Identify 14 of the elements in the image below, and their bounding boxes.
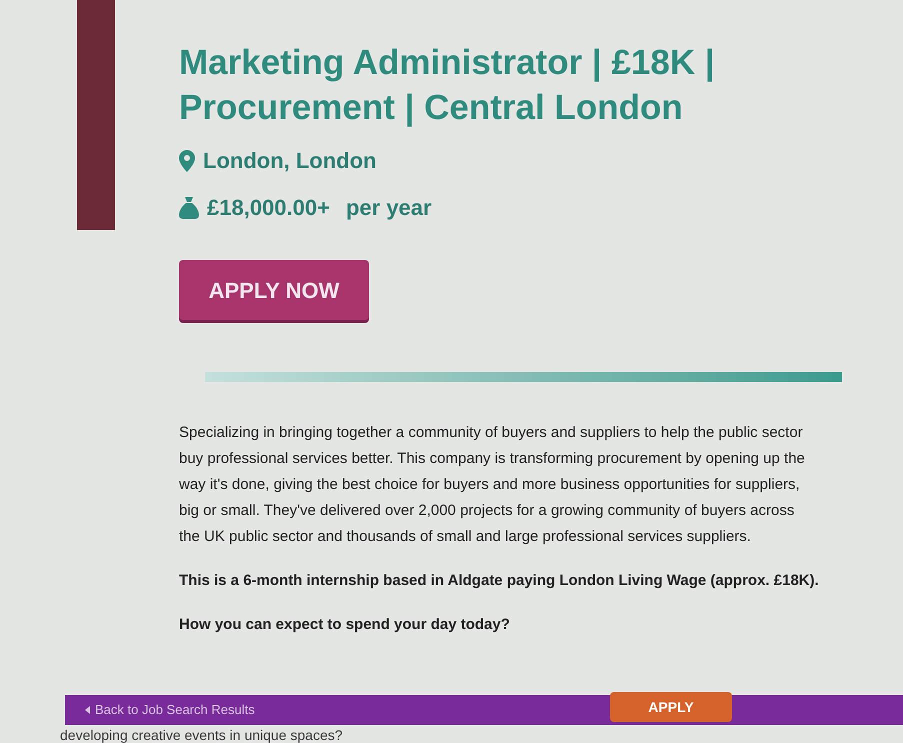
salary-period: per year: [346, 194, 432, 222]
job-title: Marketing Administrator | £18K | Procurement | Central London: [179, 42, 716, 129]
body-text: developing creative events in unique spaces?: [60, 727, 343, 743]
back-link[interactable]: Back to Job Search Results: [85, 700, 255, 720]
description-paragraph: Specializing in bringing together a community of buyers and suppliers to help the public sector buy professional services better. This company is transforming procurement by opening up the way it's done, giving the best choice for buyers and more business opportunities for suppliers, big or small. They've delivered over 2,000 projects for a growing community of buyers across the UK public sector and thousands of small and large professional services suppliers.: [179, 423, 806, 547]
chevron-left-icon: [85, 706, 91, 714]
apply-button[interactable]: APPLY: [610, 692, 732, 722]
salary: £18,000.00+: [207, 194, 330, 222]
apply-now-button[interactable]: APPLY NOW: [179, 260, 369, 320]
money-bag-icon: [179, 196, 199, 218]
description-paragraph: How you can expect to spend your day today?: [179, 615, 511, 635]
job-location: London, London: [203, 147, 376, 175]
description-paragraph: This is a 6-month internship based in Aldgate paying London Living Wage (approx. £18K).: [179, 571, 819, 591]
map-pin-icon: [179, 150, 195, 172]
